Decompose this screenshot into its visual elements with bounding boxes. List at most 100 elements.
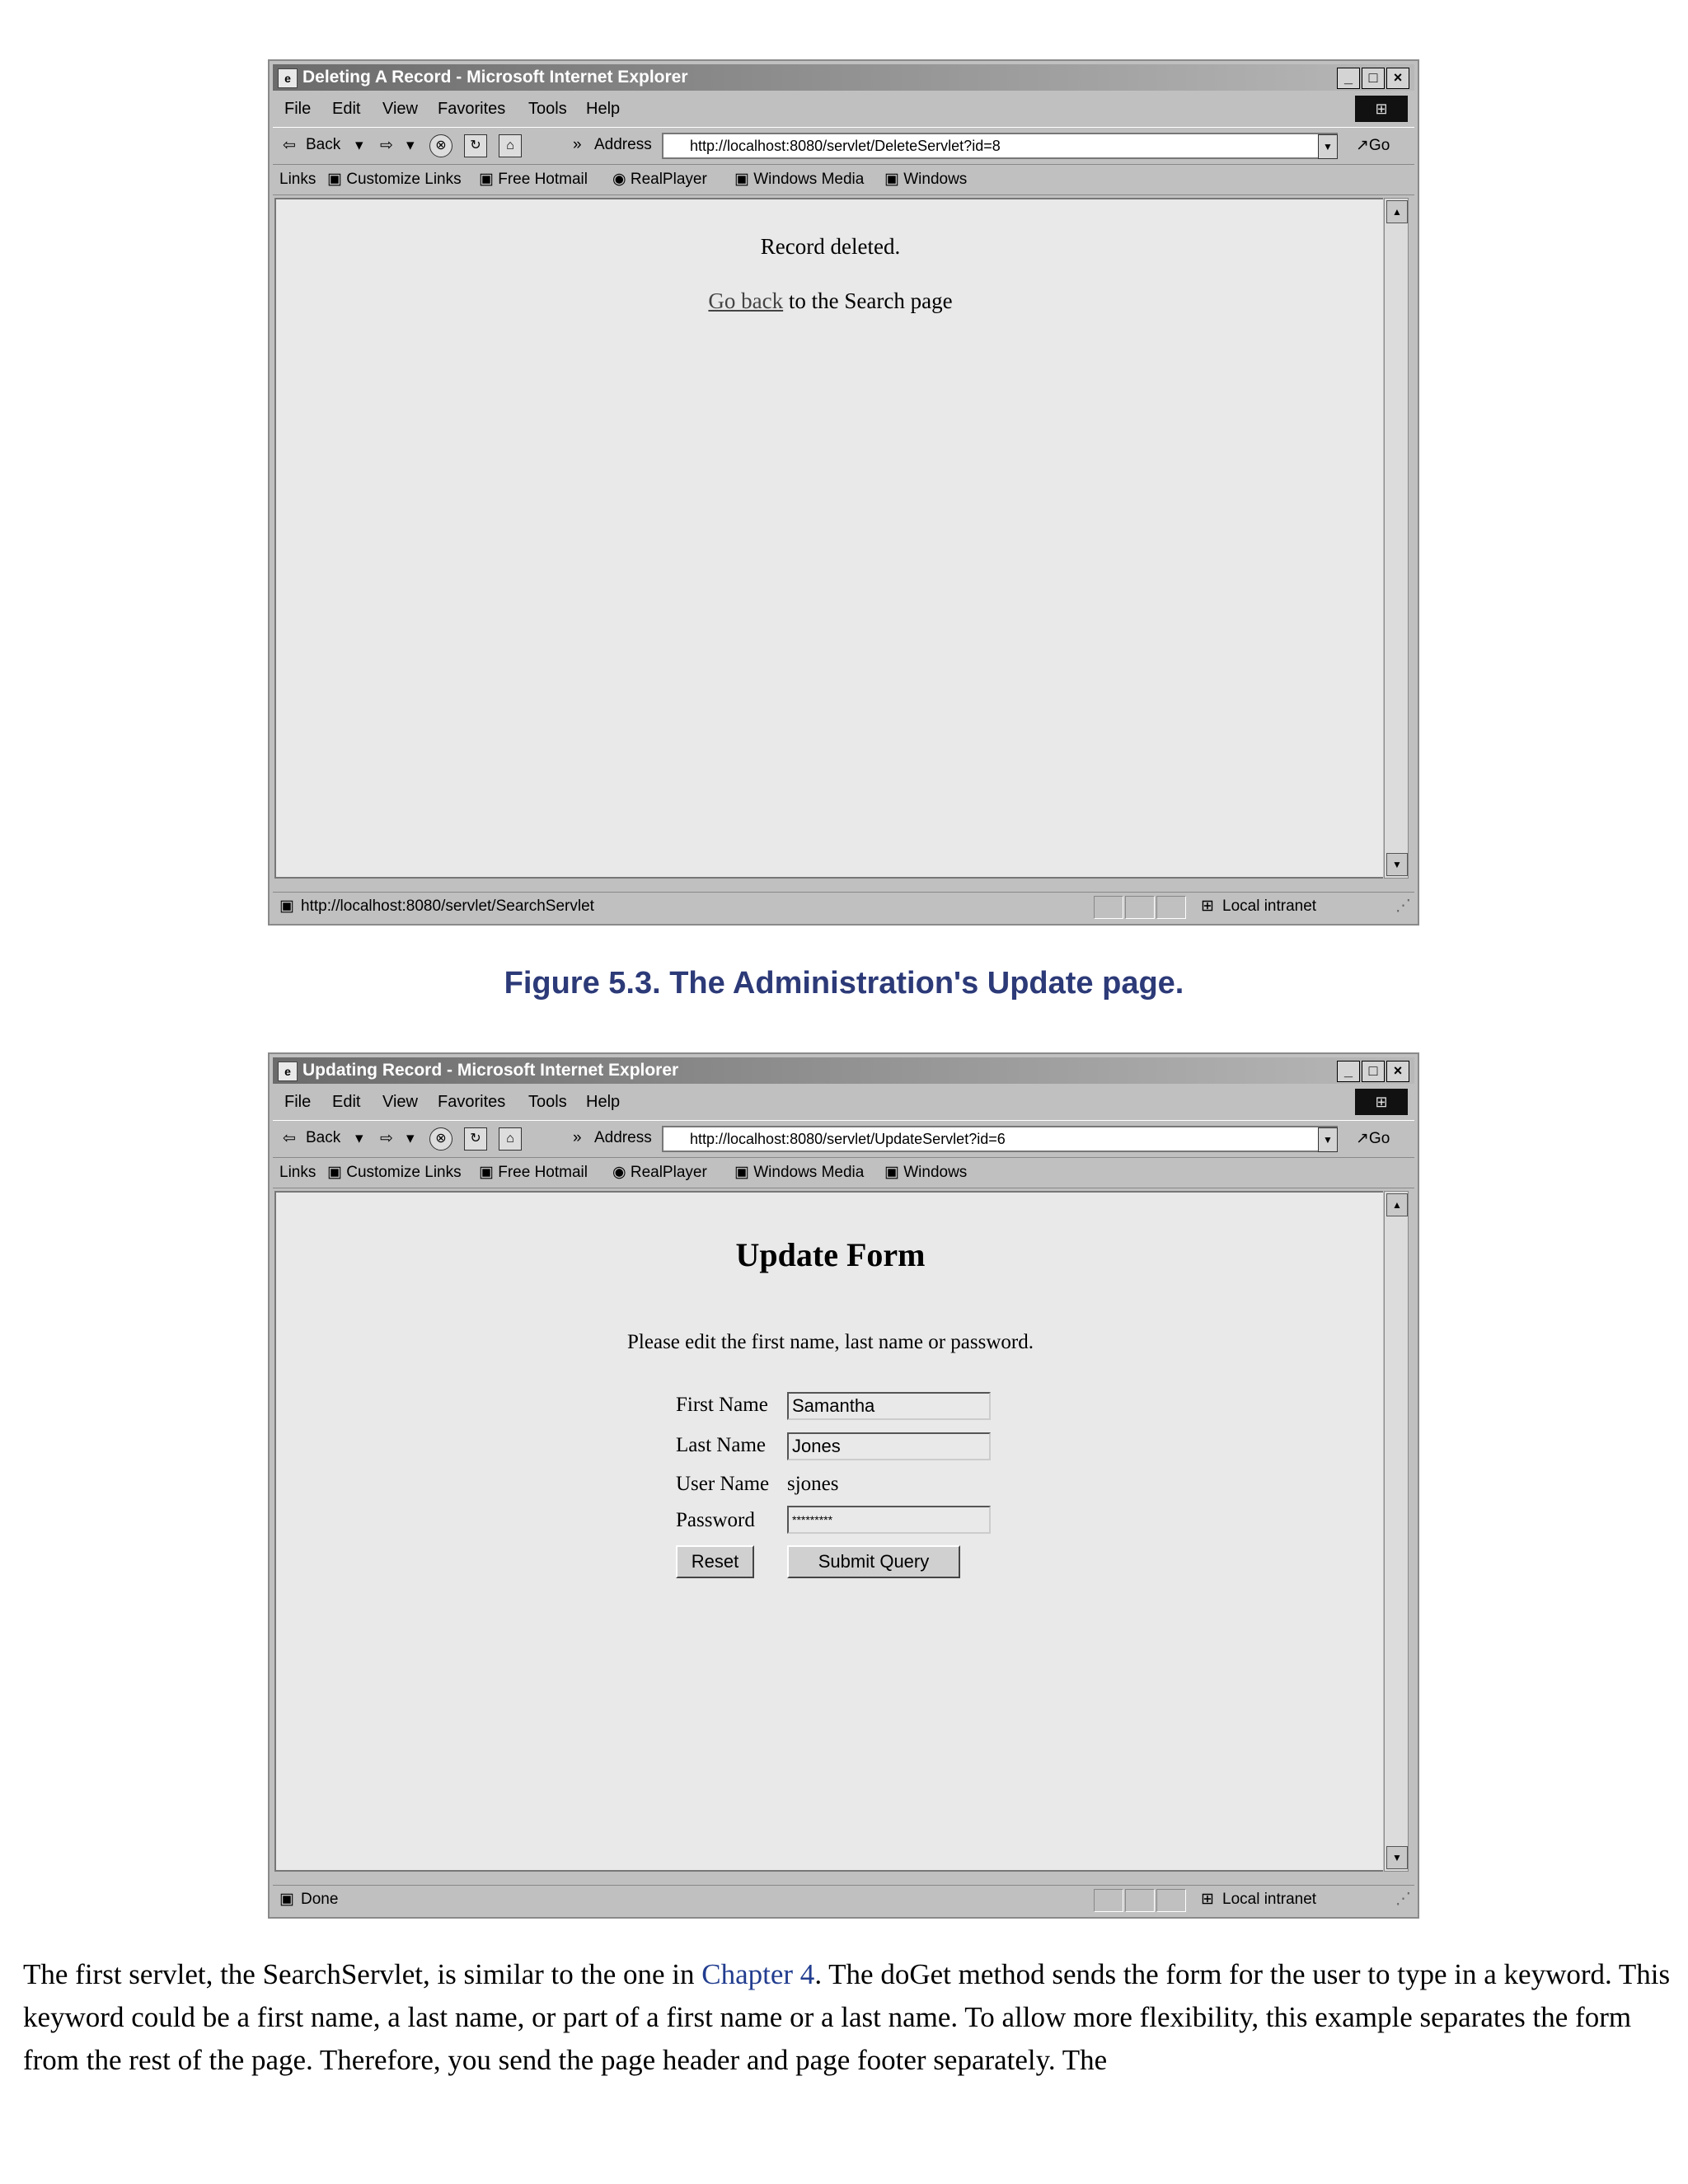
- menu-file[interactable]: File: [284, 1087, 311, 1117]
- link-realplayer[interactable]: ◉ RealPlayer: [612, 165, 707, 194]
- link-realplayer[interactable]: ◉ RealPlayer: [612, 1158, 707, 1188]
- home-icon[interactable]: ⌂: [499, 134, 522, 157]
- address-bar[interactable]: http://localhost:8080/servlet/UpdateServ…: [662, 1126, 1338, 1152]
- back-arrow-icon[interactable]: ⇦: [283, 1129, 296, 1148]
- address-dropdown-icon[interactable]: ▼: [1318, 134, 1338, 159]
- status-page-icon: ▣: [279, 1891, 294, 1908]
- chevron-more-icon[interactable]: »: [573, 136, 582, 154]
- reset-button[interactable]: Reset: [676, 1545, 754, 1578]
- menu-edit[interactable]: Edit: [332, 94, 360, 124]
- zone-label: Local intranet: [1222, 1891, 1317, 1908]
- status-page-icon: ▣: [279, 898, 294, 915]
- page-content: Record deleted. Go back to the Search pa…: [274, 198, 1383, 879]
- stop-icon[interactable]: ⊗: [429, 1127, 452, 1151]
- windows-logo-icon: ⊞: [1355, 96, 1408, 122]
- forward-dropdown-icon[interactable]: ▾: [406, 1129, 415, 1148]
- links-label: Links: [279, 1164, 316, 1181]
- scroll-up-icon[interactable]: ▲: [1386, 1193, 1408, 1216]
- submit-query-button[interactable]: Submit Query: [787, 1545, 960, 1578]
- menu-tools[interactable]: Tools: [528, 94, 567, 124]
- status-bar: ▣ Done ⊞ Local intranet ⋰: [273, 1885, 1414, 1914]
- back-dropdown-icon[interactable]: ▾: [355, 136, 363, 155]
- window-title: Updating Record - Microsoft Internet Exp…: [302, 1061, 679, 1080]
- forward-dropdown-icon[interactable]: ▾: [406, 136, 415, 155]
- last-name-label: Last Name: [676, 1434, 766, 1456]
- last-name-field[interactable]: Jones: [787, 1432, 991, 1460]
- menu-view[interactable]: View: [382, 1087, 418, 1117]
- body-paragraph: The first servlet, the SearchServlet, is…: [23, 1953, 1672, 2082]
- intranet-zone-icon: ⊞: [1201, 898, 1214, 915]
- menu-help[interactable]: Help: [586, 1087, 620, 1117]
- address-label: Address: [594, 1129, 652, 1146]
- go-button[interactable]: ↗Go: [1356, 136, 1390, 155]
- scroll-down-icon[interactable]: ▼: [1386, 1846, 1408, 1869]
- chevron-more-icon[interactable]: »: [573, 1129, 582, 1147]
- title-bar: e Updating Record - Microsoft Internet E…: [273, 1057, 1414, 1084]
- links-label: Links: [279, 171, 316, 188]
- status-text: http://localhost:8080/servlet/SearchServ…: [301, 898, 594, 915]
- menu-help[interactable]: Help: [586, 94, 620, 124]
- link-windows[interactable]: ▣ Windows: [884, 165, 967, 194]
- maximize-icon[interactable]: □: [1362, 68, 1385, 89]
- resize-grip-icon[interactable]: ⋰: [1395, 893, 1411, 921]
- link-customize-links[interactable]: ▣ Customize Links: [327, 1158, 462, 1188]
- standard-toolbar: ⇦ Back ▾ ⇨ ▾ ⊗ ↻ ⌂ » Address http://loca…: [273, 1120, 1414, 1158]
- ie-page-icon: e: [278, 68, 298, 88]
- address-bar[interactable]: http://localhost:8080/servlet/DeleteServ…: [662, 133, 1338, 159]
- first-name-field[interactable]: Samantha: [787, 1392, 991, 1420]
- back-button[interactable]: Back: [306, 1129, 340, 1147]
- status-text: Done: [301, 1891, 339, 1908]
- title-bar: e Deleting A Record - Microsoft Internet…: [273, 64, 1414, 91]
- page-content: Update Form Please edit the first name, …: [274, 1191, 1383, 1872]
- vertical-scrollbar[interactable]: ▲ ▼: [1384, 1191, 1409, 1872]
- maximize-icon[interactable]: □: [1362, 1061, 1385, 1082]
- windows-logo-icon: ⊞: [1355, 1089, 1408, 1115]
- link-windows-media[interactable]: ▣ Windows Media: [734, 165, 864, 194]
- record-deleted-message: Record deleted.: [760, 234, 901, 259]
- menu-view[interactable]: View: [382, 94, 418, 124]
- minimize-icon[interactable]: _: [1337, 1061, 1360, 1082]
- back-arrow-icon[interactable]: ⇦: [283, 136, 296, 155]
- forward-arrow-icon[interactable]: ⇨: [380, 136, 393, 155]
- standard-toolbar: ⇦ Back ▾ ⇨ ▾ ⊗ ↻ ⌂ » Address http://loca…: [273, 127, 1414, 165]
- address-dropdown-icon[interactable]: ▼: [1318, 1127, 1338, 1152]
- back-button[interactable]: Back: [306, 136, 340, 154]
- zone-label: Local intranet: [1222, 898, 1317, 915]
- home-icon[interactable]: ⌂: [499, 1127, 522, 1151]
- stop-icon[interactable]: ⊗: [429, 134, 452, 157]
- password-field[interactable]: *********: [787, 1506, 991, 1534]
- status-pane: [1094, 1889, 1123, 1912]
- intranet-zone-icon: ⊞: [1201, 1891, 1214, 1908]
- go-back-link[interactable]: Go back: [708, 288, 783, 313]
- minimize-icon[interactable]: _: [1337, 68, 1360, 89]
- close-icon[interactable]: ×: [1386, 1061, 1409, 1082]
- menu-favorites[interactable]: Favorites: [438, 1087, 505, 1117]
- address-label: Address: [594, 136, 652, 153]
- paragraph-text-start: The first servlet, the SearchServlet, is…: [23, 1958, 702, 1990]
- link-free-hotmail[interactable]: ▣ Free Hotmail: [479, 165, 588, 194]
- go-button[interactable]: ↗Go: [1356, 1129, 1390, 1148]
- status-pane: [1094, 896, 1123, 919]
- forward-arrow-icon[interactable]: ⇨: [380, 1129, 393, 1148]
- scroll-down-icon[interactable]: ▼: [1386, 853, 1408, 876]
- status-bar: ▣ http://localhost:8080/servlet/SearchSe…: [273, 892, 1414, 921]
- menu-tools[interactable]: Tools: [528, 1087, 567, 1117]
- menu-file[interactable]: File: [284, 94, 311, 124]
- close-icon[interactable]: ×: [1386, 68, 1409, 89]
- menu-edit[interactable]: Edit: [332, 1087, 360, 1117]
- link-windows-media[interactable]: ▣ Windows Media: [734, 1158, 864, 1188]
- go-back-suffix: to the Search page: [783, 288, 953, 313]
- back-dropdown-icon[interactable]: ▾: [355, 1129, 363, 1148]
- status-pane: [1156, 896, 1186, 919]
- resize-grip-icon[interactable]: ⋰: [1395, 1886, 1411, 1914]
- link-free-hotmail[interactable]: ▣ Free Hotmail: [479, 1158, 588, 1188]
- go-back-line: Go back to the Search page: [276, 288, 1385, 314]
- vertical-scrollbar[interactable]: ▲ ▼: [1384, 198, 1409, 879]
- refresh-icon[interactable]: ↻: [464, 1127, 487, 1151]
- chapter-4-link[interactable]: Chapter 4: [701, 1958, 814, 1990]
- refresh-icon[interactable]: ↻: [464, 134, 487, 157]
- link-windows[interactable]: ▣ Windows: [884, 1158, 967, 1188]
- menu-favorites[interactable]: Favorites: [438, 94, 505, 124]
- link-customize-links[interactable]: ▣ Customize Links: [327, 165, 462, 194]
- scroll-up-icon[interactable]: ▲: [1386, 200, 1408, 223]
